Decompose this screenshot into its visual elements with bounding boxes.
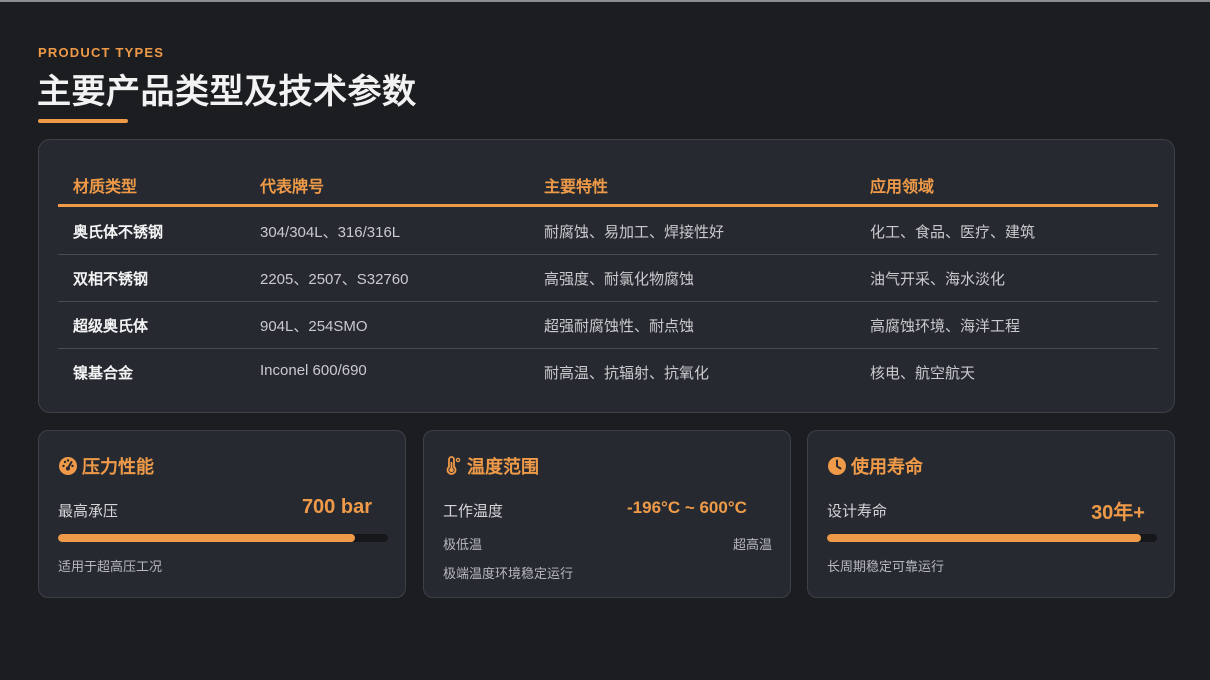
cell-applications: 化工、食品、医疗、建筑 <box>870 224 1036 241</box>
cell-applications: 高腐蚀环境、海洋工程 <box>870 318 1021 335</box>
column-header-applications: 应用领域 <box>870 179 935 196</box>
pressure-card-title: 压力性能 <box>82 457 154 477</box>
product-table-card: 材质类型 代表牌号 主要特性 应用领域 奥氏体不锈钢 304/304L、316/… <box>38 139 1175 413</box>
low-temp-label: 极低温 <box>443 537 483 552</box>
pressure-progress-track <box>58 534 388 542</box>
lifespan-card-header: 使用寿命 <box>827 453 923 479</box>
cell-features: 高强度、耐氯化物腐蚀 <box>544 271 695 288</box>
working-temp-label: 工作温度 <box>443 503 504 520</box>
temperature-note: 极端温度环境稳定运行 <box>443 566 574 581</box>
cell-material: 奥氏体不锈钢 <box>73 224 164 241</box>
working-temp-value: -196°C ~ 600°C <box>627 498 747 517</box>
temperature-card-header: 温度范围 <box>443 453 539 479</box>
title-underline <box>38 119 128 123</box>
max-pressure-label: 最高承压 <box>58 503 119 520</box>
design-life-value: 30年+ <box>1091 502 1145 524</box>
column-header-grade: 代表牌号 <box>260 179 325 196</box>
cell-features: 耐腐蚀、易加工、焊接性好 <box>544 224 725 241</box>
gauge-icon <box>59 457 77 475</box>
design-life-label: 设计寿命 <box>827 503 888 520</box>
lifespan-note: 长周期稳定可靠运行 <box>827 559 945 574</box>
table-header: 材质类型 代表牌号 主要特性 应用领域 <box>58 164 1158 207</box>
top-border-line <box>0 0 1210 2</box>
lifespan-progress-fill <box>827 534 1141 542</box>
cell-applications: 油气开采、海水淡化 <box>870 271 1006 288</box>
cell-features: 超强耐腐蚀性、耐点蚀 <box>544 318 695 335</box>
cell-grade: Inconel 600/690 <box>260 362 367 379</box>
lifespan-card: 使用寿命 设计寿命 30年+ 长周期稳定可靠运行 <box>807 430 1175 598</box>
clock-icon <box>828 457 846 475</box>
temperature-card: 温度范围 工作温度 -196°C ~ 600°C 极低温 超高温 极端温度环境稳… <box>423 430 791 598</box>
cell-grade: 304/304L、316/316L <box>260 224 401 241</box>
table-row: 超级奥氏体 904L、254SMO 超强耐腐蚀性、耐点蚀 高腐蚀环境、海洋工程 <box>58 301 1158 349</box>
pressure-progress-fill <box>58 534 355 542</box>
cell-grade: 904L、254SMO <box>260 318 368 335</box>
cell-grade: 2205、2507、S32760 <box>260 271 409 288</box>
pressure-card: 压力性能 最高承压 700 bar 适用于超高压工况 <box>38 430 406 598</box>
column-header-features: 主要特性 <box>544 179 609 196</box>
lifespan-card-title: 使用寿命 <box>851 457 923 477</box>
page-title: 主要产品类型及技术参数 <box>37 73 417 111</box>
cell-material: 双相不锈钢 <box>73 271 149 288</box>
table-row: 奥氏体不锈钢 304/304L、316/316L 耐腐蚀、易加工、焊接性好 化工… <box>58 207 1158 255</box>
pressure-note: 适用于超高压工况 <box>58 559 163 574</box>
table-row: 镍基合金 Inconel 600/690 耐高温、抗辐射、抗氧化 核电、航空航天 <box>58 348 1158 395</box>
temperature-card-title: 温度范围 <box>467 457 539 477</box>
high-temp-label: 超高温 <box>732 537 772 552</box>
thermometer-icon <box>446 456 461 475</box>
column-header-material: 材质类型 <box>73 179 138 196</box>
cell-applications: 核电、航空航天 <box>870 365 976 382</box>
cell-features: 耐高温、抗辐射、抗氧化 <box>544 365 710 382</box>
lifespan-progress-track <box>827 534 1157 542</box>
max-pressure-value: 700 bar <box>301 496 372 518</box>
cell-material: 镍基合金 <box>73 365 134 382</box>
pressure-card-header: 压力性能 <box>58 453 154 479</box>
cell-material: 超级奥氏体 <box>73 318 149 335</box>
table-row: 双相不锈钢 2205、2507、S32760 高强度、耐氯化物腐蚀 油气开采、海… <box>58 254 1158 302</box>
section-eyebrow: PRODUCT TYPES <box>38 45 165 60</box>
